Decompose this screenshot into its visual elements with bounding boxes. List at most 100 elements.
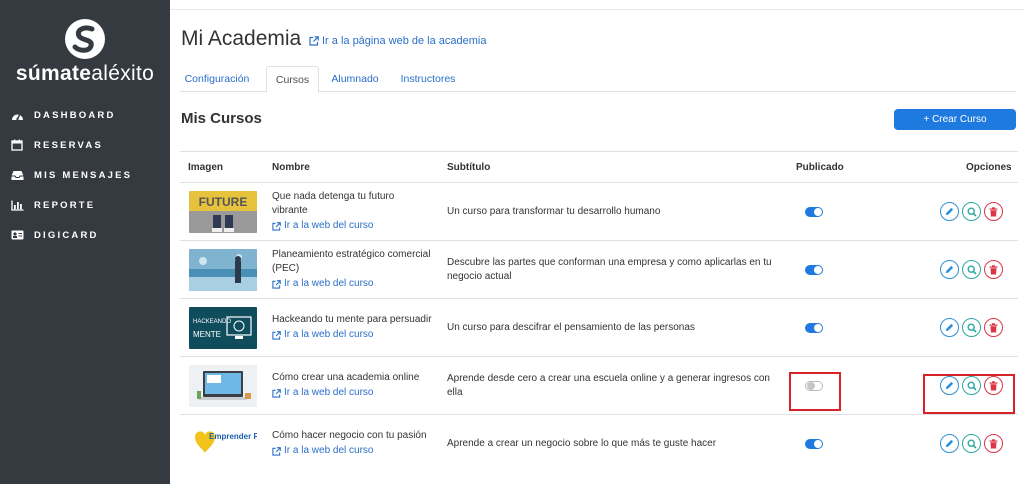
pencil-icon: [945, 323, 954, 332]
external-link-icon: [272, 279, 281, 289]
table-row: HACKEANDO MENTE Hackeando tu mente para …: [180, 299, 1018, 357]
table-row: Cómo crear una academia online Ir a la w…: [180, 357, 1018, 415]
page-title: Mi Academia: [181, 27, 302, 50]
sidebar-item-digicard[interactable]: DIGICARD: [0, 220, 170, 250]
course-web-link[interactable]: Ir a la web del curso: [272, 328, 432, 342]
tab-configuracion[interactable]: Configuración: [180, 66, 254, 92]
search-icon: [966, 264, 977, 275]
trash-icon: [989, 264, 998, 274]
section-title: Mis Cursos: [181, 110, 262, 127]
course-web-link-label: Ir a la web del curso: [284, 387, 374, 398]
course-subtitle: Un curso para descifrar el pensamiento d…: [447, 321, 695, 333]
sidebar: súmatealéxito DASHBOARD RESERVAS MIS MEN…: [0, 0, 170, 484]
trash-icon: [989, 206, 998, 216]
course-thumbnail: [189, 248, 257, 291]
dashboard-icon: [10, 108, 24, 122]
course-name: Cómo hacer negocio con tu pasión: [272, 430, 427, 441]
view-course-button[interactable]: [962, 318, 981, 337]
search-icon: [966, 438, 977, 449]
inbox-icon: [10, 168, 24, 182]
pencil-icon: [945, 265, 954, 274]
course-thumbnail: Emprender Pasión: [189, 422, 257, 465]
header-subtitle: Subtítulo: [447, 162, 491, 173]
header-options: Opciones: [966, 162, 1012, 173]
edit-course-button[interactable]: [940, 434, 959, 453]
edit-course-button[interactable]: [940, 202, 959, 221]
course-thumbnail: FUTURE: [189, 190, 257, 233]
logo-s-icon: [65, 19, 105, 59]
pencil-icon: [945, 439, 954, 448]
course-name: Que nada detenga tu futuro vibrante: [272, 191, 395, 216]
sidebar-item-label: REPORTE: [34, 199, 96, 211]
course-subtitle: Aprende desde cero a crear una escuela o…: [447, 372, 770, 398]
publish-toggle[interactable]: [805, 438, 823, 449]
svg-text:MENTE: MENTE: [193, 330, 221, 339]
course-web-link-label: Ir a la web del curso: [284, 220, 374, 231]
courses-table: Imagen Nombre Subtítulo Publicado Opcion…: [180, 151, 1018, 473]
course-subtitle: Descubre las partes que conforman una em…: [447, 256, 772, 282]
tab-bar: Configuración Cursos Alumnado Instructor…: [180, 66, 1016, 93]
search-icon: [966, 206, 977, 217]
trash-icon: [989, 438, 998, 448]
brand-logo[interactable]: súmatealéxito: [0, 18, 170, 86]
table-row: Emprender Pasión Cómo hacer negocio con …: [180, 415, 1018, 473]
tab-cursos[interactable]: Cursos: [266, 66, 319, 93]
course-subtitle: Aprende a crear un negocio sobre lo que …: [447, 437, 717, 449]
external-link-icon: [272, 388, 281, 398]
sidebar-item-dashboard[interactable]: DASHBOARD: [0, 100, 170, 130]
header-published: Publicado: [796, 162, 844, 173]
course-web-link-label: Ir a la web del curso: [284, 278, 374, 289]
course-name: Hackeando tu mente para persuadir: [272, 314, 432, 325]
search-icon: [966, 322, 977, 333]
course-web-link[interactable]: Ir a la web del curso: [272, 277, 437, 291]
svg-text:HACKEANDO: HACKEANDO: [193, 319, 231, 325]
thumb-text: FUTURE: [199, 195, 248, 209]
edit-course-button[interactable]: [940, 318, 959, 337]
external-link-icon: [309, 36, 319, 46]
view-course-button[interactable]: [962, 202, 981, 221]
delete-course-button[interactable]: [984, 318, 1003, 337]
delete-course-button[interactable]: [984, 202, 1003, 221]
id-card-icon: [10, 228, 24, 242]
course-web-link[interactable]: Ir a la web del curso: [272, 219, 432, 233]
edit-course-button[interactable]: [940, 260, 959, 279]
highlight-box-options: [923, 374, 1015, 414]
header-image: Imagen: [188, 162, 224, 173]
pencil-icon: [945, 207, 954, 216]
delete-course-button[interactable]: [984, 260, 1003, 279]
sidebar-item-label: MIS MENSAJES: [34, 169, 133, 181]
delete-course-button[interactable]: [984, 434, 1003, 453]
sidebar-item-label: RESERVAS: [34, 139, 103, 151]
academy-web-link-label: Ir a la página web de la academia: [322, 35, 487, 47]
publish-toggle[interactable]: [805, 206, 823, 217]
highlight-box-publish: [789, 372, 841, 411]
tab-alumnado[interactable]: Alumnado: [328, 66, 382, 92]
publish-toggle[interactable]: [805, 322, 823, 333]
sidebar-item-mis-mensajes[interactable]: MIS MENSAJES: [0, 160, 170, 190]
course-web-link-label: Ir a la web del curso: [284, 445, 374, 456]
tab-instructores[interactable]: Instructores: [396, 66, 460, 92]
sidebar-item-label: DASHBOARD: [34, 109, 116, 121]
academy-web-link[interactable]: Ir a la página web de la academia: [309, 35, 487, 47]
course-web-link[interactable]: Ir a la web del curso: [272, 386, 419, 400]
course-web-link[interactable]: Ir a la web del curso: [272, 444, 427, 458]
course-name: Cómo crear una academia online: [272, 372, 420, 383]
view-course-button[interactable]: [962, 434, 981, 453]
top-divider: [170, 9, 1024, 10]
table-header: Imagen Nombre Subtítulo Publicado Opcion…: [180, 151, 1018, 183]
publish-toggle[interactable]: [805, 264, 823, 275]
thumb-text: Emprender Pasión: [209, 432, 257, 441]
course-thumbnail: HACKEANDO MENTE: [189, 306, 257, 349]
course-subtitle: Un curso para transformar tu desarrollo …: [447, 205, 661, 217]
view-course-button[interactable]: [962, 260, 981, 279]
create-course-button[interactable]: + Crear Curso: [894, 109, 1016, 130]
course-thumbnail: [189, 364, 257, 407]
sidebar-item-reporte[interactable]: REPORTE: [0, 190, 170, 220]
sidebar-nav: DASHBOARD RESERVAS MIS MENSAJES REPORTE …: [0, 100, 170, 250]
sidebar-item-label: DIGICARD: [34, 229, 99, 241]
course-name: Planeamiento estratégico comercial (PEC): [272, 249, 431, 274]
sidebar-item-reservas[interactable]: RESERVAS: [0, 130, 170, 160]
table-row: FUTURE Que nada detenga tu futuro vibran…: [180, 183, 1018, 241]
header-name: Nombre: [272, 162, 310, 173]
external-link-icon: [272, 446, 281, 456]
